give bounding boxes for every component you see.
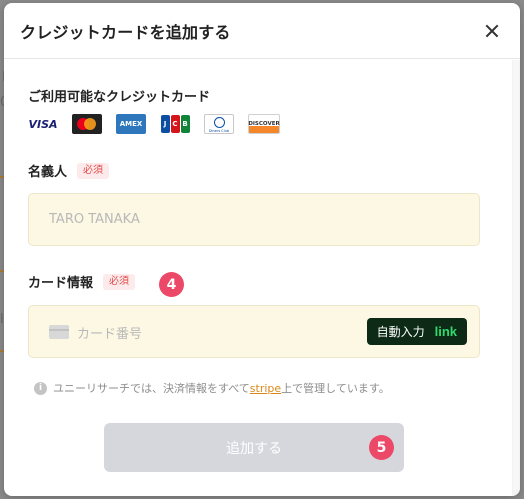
dialog-header: クレジットカードを追加する xyxy=(4,3,520,59)
credit-card-icon xyxy=(49,325,69,339)
visa-logo: VISA xyxy=(28,117,58,131)
add-card-submit-button[interactable]: 追加する xyxy=(104,423,404,472)
amex-logo: AMEX xyxy=(116,114,146,134)
card-number-field[interactable]: カード番号 自動入力 link xyxy=(28,305,480,358)
scrollbar-thumb[interactable] xyxy=(513,60,519,490)
available-cards-label: ご利用可能なクレジットカード xyxy=(28,90,211,105)
diners-club-logo: Diners Club xyxy=(204,114,234,134)
stripe-link[interactable]: stripe xyxy=(250,382,281,395)
cardholder-name-field[interactable] xyxy=(28,193,480,246)
card-field-label: カード情報 必須 xyxy=(28,272,136,291)
link-brand-logo: link xyxy=(434,324,457,339)
link-autofill-button[interactable]: 自動入力 link xyxy=(366,318,467,345)
name-label: 名義人 xyxy=(28,165,68,180)
required-badge: 必須 xyxy=(77,162,110,179)
card-info-label: カード情報 xyxy=(28,276,94,291)
step-4-marker: 4 xyxy=(159,272,184,297)
card-brand-logos: VISA AMEX JCB Diners Club DISCOVER xyxy=(28,114,280,134)
autofill-label: 自動入力 xyxy=(376,325,425,339)
dialog-title: クレジットカードを追加する xyxy=(20,22,231,42)
stripe-info-text: ユニーリサーチでは、決済情報をすべてstripe上で管理しています。 xyxy=(53,382,390,395)
add-credit-card-dialog: クレジットカードを追加する ご利用可能なクレジットカード VISA AMEX J… xyxy=(4,3,520,496)
stripe-info-note: i ユニーリサーチでは、決済情報をすべてstripe上で管理しています。 xyxy=(34,380,390,396)
jcb-logo: JCB xyxy=(160,114,190,134)
step-5-marker: 5 xyxy=(369,435,394,460)
mastercard-logo xyxy=(72,114,102,134)
cardholder-name-input[interactable] xyxy=(49,194,449,245)
discover-logo: DISCOVER xyxy=(248,114,280,134)
required-badge: 必須 xyxy=(103,273,136,290)
name-field-label: 名義人 必須 xyxy=(28,161,110,180)
scrollbar[interactable] xyxy=(512,60,520,496)
close-icon[interactable] xyxy=(482,21,502,41)
card-number-placeholder: カード番号 xyxy=(77,327,143,342)
info-icon: i xyxy=(34,381,47,395)
